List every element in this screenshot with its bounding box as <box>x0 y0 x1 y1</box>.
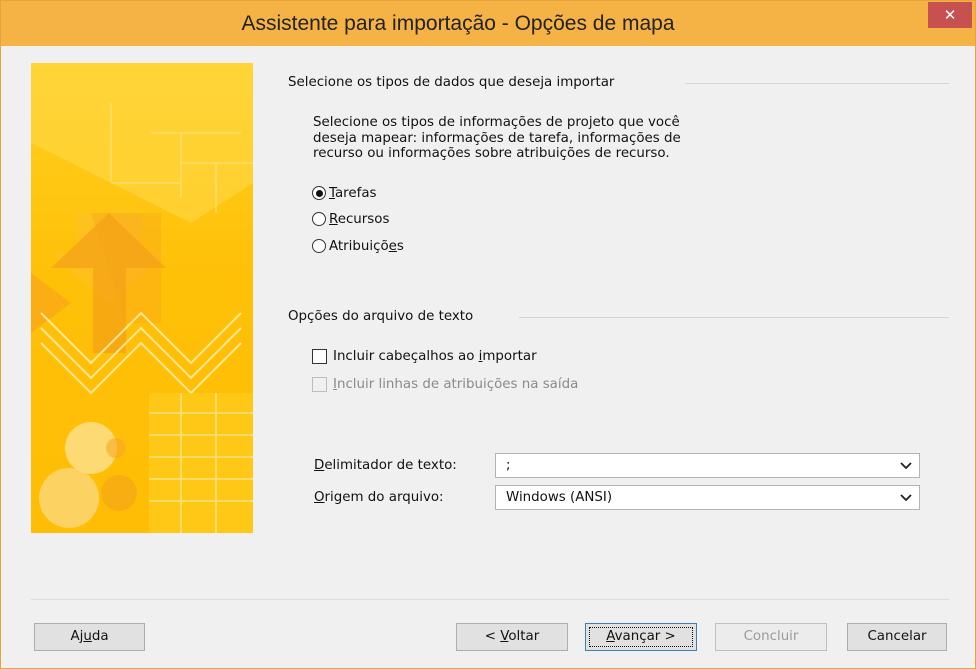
origin-label: Origem do arquivo: <box>314 490 444 505</box>
checkbox-disabled-icon[interactable] <box>312 376 327 392</box>
data-types-description: Selecione os tipos de informações de pro… <box>313 115 783 162</box>
checkbox-icon[interactable] <box>312 348 327 364</box>
checkbox-include-headers[interactable]: Incluir cabeçalhos ao importar <box>312 345 537 367</box>
checkbox-label-include-headers: Incluir cabeçalhos ao importar <box>333 348 537 364</box>
cancel-button[interactable]: Cancelar <box>847 623 947 651</box>
radio-unselected-icon[interactable] <box>312 212 326 226</box>
delimiter-select[interactable]: ; <box>495 453 920 478</box>
window-title: Assistente para importação - Opções de m… <box>241 12 675 35</box>
section-text-options-heading: Opções do arquivo de texto <box>288 309 474 324</box>
section-data-types-heading: Selecione os tipos de dados que deseja i… <box>288 75 615 90</box>
delimiter-label: Delimitador de texto: <box>314 458 457 473</box>
checkbox-include-assignments[interactable]: Incluir linhas de atribuições na saída <box>312 373 578 395</box>
title-bar[interactable]: Assistente para importação - Opções de m… <box>1 1 975 46</box>
chevron-down-icon[interactable] <box>899 486 913 509</box>
radio-selected-icon[interactable] <box>312 186 326 200</box>
description-line-1: Selecione os tipos de informações de pro… <box>313 115 680 130</box>
wizard-side-illustration <box>31 63 253 533</box>
radio-label-atribuicoes: Atribuições <box>329 238 404 254</box>
description-line-2: deseja mapear: informações de tarefa, in… <box>313 130 681 146</box>
section2-divider <box>519 317 949 318</box>
radio-atribuicoes[interactable]: Atribuições <box>312 235 404 257</box>
footer-divider <box>31 599 949 600</box>
import-wizard-window: Assistente para importação - Opções de m… <box>0 0 976 669</box>
next-button[interactable]: Avançar > <box>585 623 697 651</box>
radio-unselected-icon[interactable] <box>312 239 326 253</box>
radio-label-recursos: Recursos <box>329 211 390 227</box>
radio-tarefas[interactable]: Tarefas <box>312 182 377 204</box>
origin-value: Windows (ANSI) <box>506 490 613 505</box>
radio-label-tarefas: Tarefas <box>329 185 377 201</box>
close-icon[interactable]: ✕ <box>928 2 972 28</box>
description-line-3: recurso ou informações sobre atribuições… <box>313 146 670 161</box>
help-button[interactable]: Ajuda <box>34 623 145 651</box>
delimiter-value: ; <box>506 458 511 473</box>
radio-recursos[interactable]: Recursos <box>312 208 389 230</box>
section1-divider <box>685 83 949 84</box>
origin-select[interactable]: Windows (ANSI) <box>495 485 920 510</box>
checkbox-label-include-assignments: Incluir linhas de atribuições na saída <box>333 376 579 392</box>
chevron-down-icon[interactable] <box>899 454 913 477</box>
back-button[interactable]: < Voltar <box>456 623 568 651</box>
finish-button[interactable]: Concluir <box>715 623 827 651</box>
